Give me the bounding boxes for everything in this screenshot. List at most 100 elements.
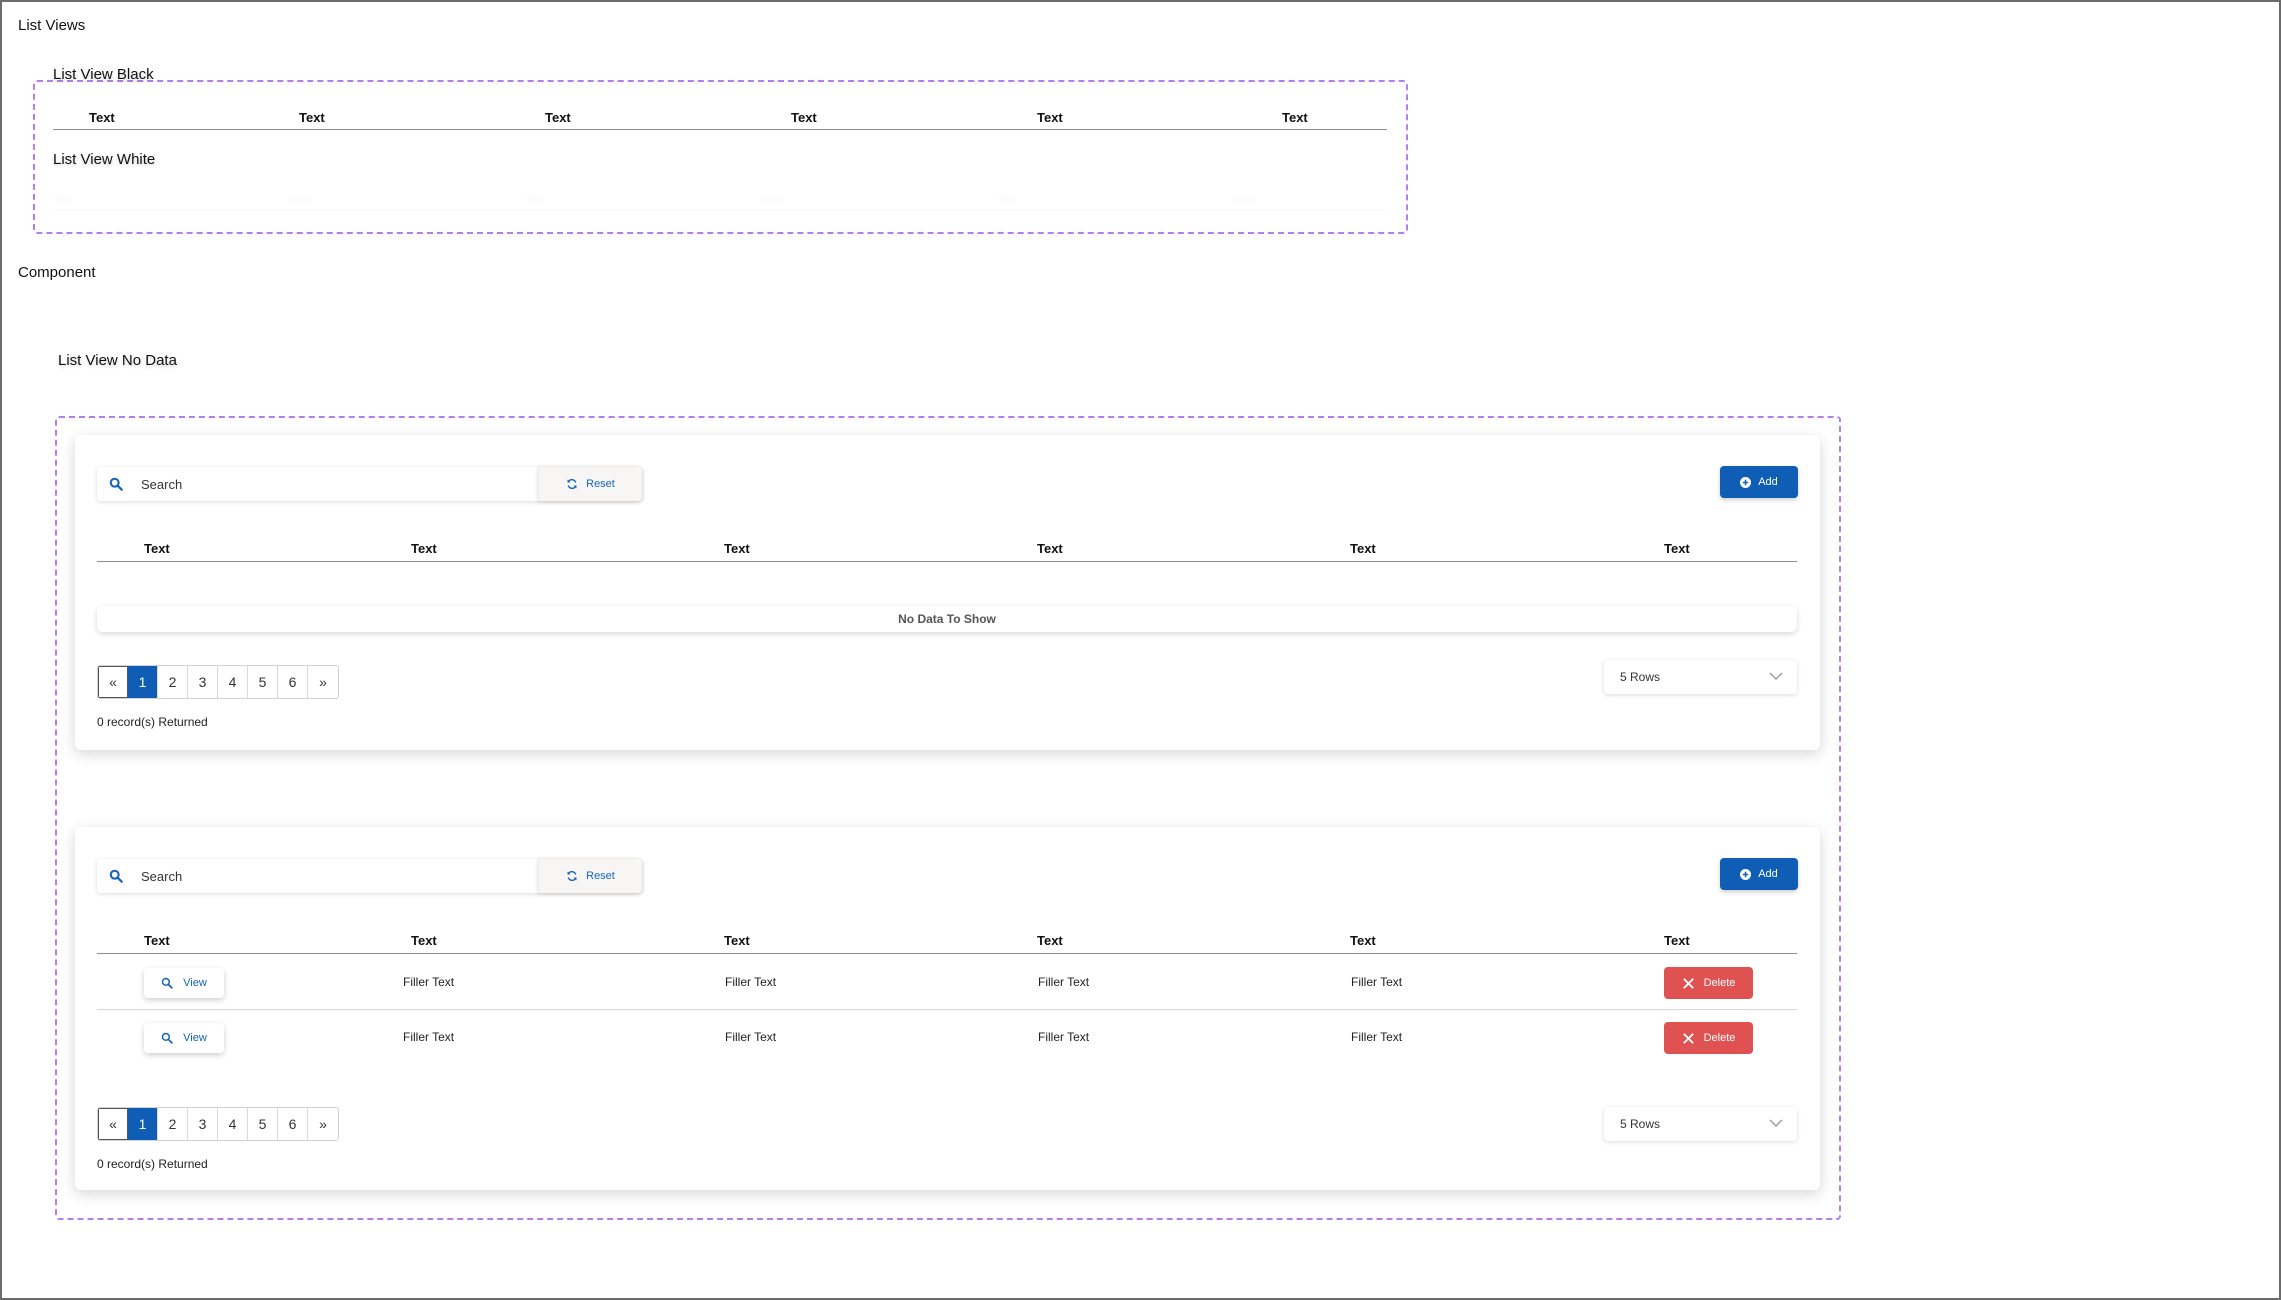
pagination-page-1[interactable]: 1 bbox=[128, 1108, 158, 1140]
rows-per-page-select[interactable]: 5 Rows bbox=[1604, 1107, 1797, 1141]
pagination-first-button[interactable]: « bbox=[98, 666, 128, 698]
table-cell: Filler Text bbox=[725, 1030, 777, 1044]
table-row: View Filler Text Filler Text Filler Text… bbox=[97, 955, 1797, 1010]
add-button[interactable]: Add bbox=[1720, 858, 1798, 890]
search-icon bbox=[109, 477, 123, 491]
column-header: Text bbox=[724, 541, 750, 556]
column-header: Text bbox=[289, 194, 310, 206]
delete-button[interactable]: Delete bbox=[1664, 1022, 1753, 1054]
refresh-icon bbox=[567, 479, 577, 489]
records-count: 0 record(s) Returned bbox=[97, 715, 208, 729]
column-header: Text bbox=[411, 541, 437, 556]
refresh-icon bbox=[567, 871, 577, 881]
pagination-page-5[interactable]: 5 bbox=[248, 1108, 278, 1140]
table-header: Text Text Text Text Text Text bbox=[97, 538, 1797, 562]
close-icon bbox=[1682, 1032, 1694, 1044]
view-label: View bbox=[183, 977, 207, 989]
chevron-down-icon bbox=[1769, 1119, 1783, 1127]
column-header: Text bbox=[1037, 933, 1063, 948]
list-views-container bbox=[33, 80, 1408, 234]
list-card-no-data: Search Reset Add Text Text Text Text Tex… bbox=[75, 435, 1820, 750]
list-view-black-header: Text Text Text Text Text Text bbox=[53, 108, 1387, 130]
list-view-no-data-label: List View No Data bbox=[58, 352, 177, 369]
column-header: Text bbox=[761, 194, 782, 206]
pagination-page-1[interactable]: 1 bbox=[128, 666, 158, 698]
reset-label: Reset bbox=[586, 478, 615, 490]
pagination-page-2[interactable]: 2 bbox=[158, 666, 188, 698]
pagination-page-4[interactable]: 4 bbox=[218, 1108, 248, 1140]
search-placeholder: Search bbox=[141, 477, 183, 492]
column-header: Text bbox=[1350, 933, 1376, 948]
pagination-page-3[interactable]: 3 bbox=[188, 666, 218, 698]
table-header: Text Text Text Text Text Text bbox=[97, 930, 1797, 954]
search-icon bbox=[109, 869, 123, 883]
column-header: Text bbox=[724, 933, 750, 948]
column-header: Text bbox=[1350, 541, 1376, 556]
pagination-page-5[interactable]: 5 bbox=[248, 666, 278, 698]
delete-label: Delete bbox=[1703, 977, 1736, 989]
close-icon bbox=[1682, 977, 1694, 989]
column-header: Text bbox=[1037, 541, 1063, 556]
pagination-page-6[interactable]: 6 bbox=[278, 666, 308, 698]
column-header: Text bbox=[411, 933, 437, 948]
column-header: Text bbox=[791, 110, 817, 125]
table-cell: Filler Text bbox=[1038, 975, 1090, 989]
pagination-page-6[interactable]: 6 bbox=[278, 1108, 308, 1140]
rows-per-page-value: 5 Rows bbox=[1620, 1117, 1661, 1131]
list-view-black-label: List View Black bbox=[53, 66, 154, 83]
chevron-down-icon bbox=[1769, 672, 1783, 680]
search-input[interactable]: Search Reset bbox=[97, 859, 642, 893]
view-button[interactable]: View bbox=[144, 968, 224, 998]
plus-circle-icon bbox=[1740, 868, 1752, 880]
column-header: Text bbox=[53, 194, 74, 206]
column-header: Text bbox=[1664, 933, 1690, 948]
view-button[interactable]: View bbox=[144, 1023, 224, 1053]
table-cell: Filler Text bbox=[403, 975, 455, 989]
records-count: 0 record(s) Returned bbox=[97, 1157, 208, 1171]
list-card-with-data: Search Reset Add Text Text Text Text Tex… bbox=[75, 827, 1820, 1190]
table-cell: Filler Text bbox=[725, 975, 777, 989]
list-view-white-label: List View White bbox=[53, 151, 156, 168]
delete-button[interactable]: Delete bbox=[1664, 967, 1753, 999]
pagination-last-button[interactable]: » bbox=[308, 1108, 338, 1140]
pagination-last-button[interactable]: » bbox=[308, 666, 338, 698]
reset-label: Reset bbox=[586, 870, 615, 882]
pagination: « 1 2 3 4 5 6 » bbox=[97, 1107, 339, 1141]
pagination-first-button[interactable]: « bbox=[98, 1108, 128, 1140]
reset-button[interactable]: Reset bbox=[538, 859, 642, 893]
column-header: Text bbox=[525, 194, 546, 206]
rows-per-page-select[interactable]: 5 Rows bbox=[1604, 660, 1797, 694]
search-placeholder: Search bbox=[141, 869, 183, 884]
column-header: Text bbox=[299, 110, 325, 125]
search-input[interactable]: Search Reset bbox=[97, 467, 642, 501]
table-cell: Filler Text bbox=[1038, 1030, 1090, 1044]
column-header: Text bbox=[545, 110, 571, 125]
column-header: Text bbox=[1037, 110, 1063, 125]
list-view-white-header: Text Text Text Text Text Text bbox=[53, 192, 1387, 210]
pagination-page-3[interactable]: 3 bbox=[188, 1108, 218, 1140]
pagination-page-4[interactable]: 4 bbox=[218, 666, 248, 698]
column-header: Text bbox=[1233, 194, 1254, 206]
column-header: Text bbox=[997, 194, 1018, 206]
column-header: Text bbox=[1282, 110, 1308, 125]
column-header: Text bbox=[89, 110, 115, 125]
column-header: Text bbox=[144, 933, 170, 948]
no-data-message: No Data To Show bbox=[97, 606, 1797, 632]
search-icon bbox=[161, 977, 173, 989]
search-icon bbox=[161, 1032, 173, 1044]
view-label: View bbox=[183, 1032, 207, 1044]
component-title: Component bbox=[18, 264, 96, 281]
table-cell: Filler Text bbox=[1351, 1030, 1403, 1044]
table-cell: Filler Text bbox=[403, 1030, 455, 1044]
add-label: Add bbox=[1758, 868, 1778, 880]
rows-per-page-value: 5 Rows bbox=[1620, 670, 1661, 684]
pagination: « 1 2 3 4 5 6 » bbox=[97, 665, 339, 699]
table-row: View Filler Text Filler Text Filler Text… bbox=[97, 1010, 1797, 1065]
add-button[interactable]: Add bbox=[1720, 466, 1798, 498]
list-views-title: List Views bbox=[18, 17, 86, 34]
table-cell: Filler Text bbox=[1351, 975, 1403, 989]
add-label: Add bbox=[1758, 476, 1778, 488]
pagination-page-2[interactable]: 2 bbox=[158, 1108, 188, 1140]
reset-button[interactable]: Reset bbox=[538, 467, 642, 501]
plus-circle-icon bbox=[1740, 476, 1752, 488]
